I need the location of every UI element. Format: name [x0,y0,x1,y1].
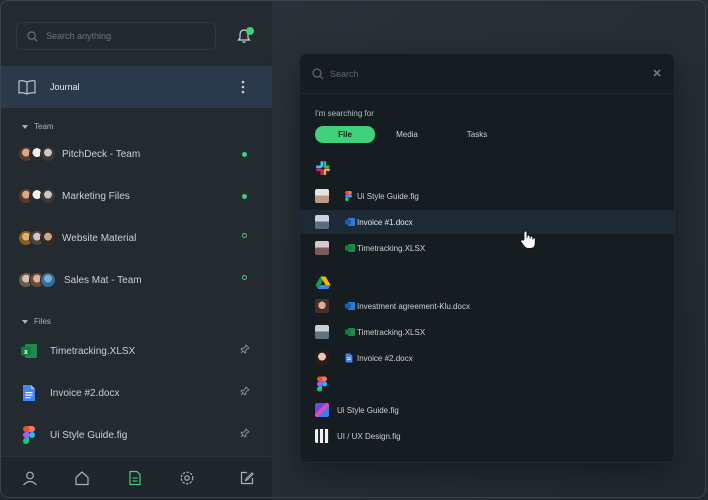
figma-icon [317,376,327,392]
svg-text:x: x [24,349,28,356]
document-icon[interactable] [127,470,143,486]
word-icon [345,218,355,226]
pin-icon[interactable] [240,344,250,354]
journal-label: Journal [50,82,80,92]
team-item-marketing[interactable]: Marketing Files [0,182,272,212]
result-row[interactable]: Investment agreement-Klu.docx [300,294,674,318]
file-item-invoice-2[interactable]: Invoice #2.docx [0,378,272,408]
avatar [40,188,56,204]
file-item-label: Timetracking.XLSX [50,346,136,357]
avatar-group [18,146,58,164]
avatar [315,351,329,365]
avatar [40,272,56,288]
google-docs-icon [23,385,35,401]
result-label: Invoice #2.docx [357,354,413,363]
status-dot [242,275,247,280]
filter-tabs: File Media Tasks [315,126,555,143]
team-section-label: Team [34,122,54,131]
result-row[interactable]: Invoice #1.docx [300,210,674,234]
figma-thumbnail [315,403,329,417]
tab-file[interactable]: File [315,126,375,143]
panel-search-input[interactable] [330,68,630,79]
file-item-ui-style-guide[interactable]: Ui Style Guide.fig [0,420,272,450]
word-icon [345,302,355,310]
result-label: Ui Style Guide.fig [337,406,399,415]
result-label: Investment agreement-Klu.docx [357,302,470,311]
team-item-label: Website Material [62,233,137,244]
slack-icon [316,161,330,175]
user-icon[interactable] [22,470,38,486]
status-dot [242,194,247,199]
tab-media[interactable]: Media [377,126,437,143]
avatar [40,146,56,162]
book-icon [18,80,36,95]
result-row[interactable]: Invoice #2.docx [300,346,674,370]
result-label: Timetracking.XLSX [357,328,426,337]
result-row[interactable]: Ui Style Guide.fig [300,398,674,422]
team-item-pitchdeck[interactable]: PitchDeck - Team [0,140,272,170]
caret-down-icon [22,124,28,129]
avatar [315,299,329,313]
avatar [315,241,329,255]
avatar-group [18,272,58,290]
file-item-label: Ui Style Guide.fig [50,430,128,441]
tab-tasks[interactable]: Tasks [447,126,507,143]
avatar-group [18,188,58,206]
search-icon [312,67,324,79]
result-row[interactable]: Timetracking.XLSX [300,236,674,260]
team-section-header[interactable]: Team [22,122,54,131]
search-icon [27,30,38,41]
excel-icon [345,244,355,252]
close-icon[interactable] [652,68,662,78]
team-item-label: Sales Mat - Team [64,275,142,286]
pin-icon[interactable] [240,386,250,396]
sidebar-search[interactable] [16,22,216,50]
team-item-label: Marketing Files [62,191,130,202]
figma-icon [345,191,352,201]
bottom-nav [0,456,272,500]
google-drive-icon [315,276,331,289]
panel-search-bar[interactable] [300,54,674,94]
result-label: Ui Style Guide.fig [357,192,419,201]
result-row[interactable]: Timetracking.XLSX [300,320,674,344]
result-row[interactable]: UI / UX Design.fig [300,424,674,448]
journal-item[interactable]: Journal [0,66,272,108]
result-label: UI / UX Design.fig [337,432,401,441]
hand-cursor-icon [520,230,536,249]
team-item-label: PitchDeck - Team [62,149,141,160]
file-item-timetracking[interactable]: x Timetracking.XLSX [0,336,272,366]
files-section-header[interactable]: Files [22,317,51,326]
search-input[interactable] [46,31,196,41]
caret-down-icon [22,319,28,324]
status-dot [242,233,247,238]
figma-icon [23,426,35,444]
compose-icon[interactable] [239,470,255,486]
team-item-sales[interactable]: Sales Mat - Team [0,266,272,296]
searching-for-label: I'm searching for [315,109,374,118]
result-label: Timetracking.XLSX [357,244,426,253]
team-item-website[interactable]: Website Material [0,224,272,254]
excel-icon [345,328,355,336]
sidebar: Journal Team PitchDeck - Team Marketing … [0,0,272,500]
gear-icon[interactable] [179,470,195,486]
more-vertical-icon[interactable] [240,80,246,94]
avatar [315,215,329,229]
file-item-label: Invoice #2.docx [50,388,120,399]
avatar-group [18,230,58,248]
status-dot [242,152,247,157]
avatar [40,230,56,246]
home-icon[interactable] [74,470,90,486]
avatar [315,325,329,339]
figma-thumbnail [315,429,329,443]
search-panel: I'm searching for File Media Tasks Ui St… [299,53,675,463]
excel-icon: x [21,344,37,358]
avatar [315,189,329,203]
files-section-label: Files [34,317,51,326]
pin-icon[interactable] [240,428,250,438]
result-label: Invoice #1.docx [357,218,413,227]
result-row[interactable]: Ui Style Guide.fig [300,184,674,208]
notification-badge [246,27,254,35]
google-docs-icon [345,353,353,363]
